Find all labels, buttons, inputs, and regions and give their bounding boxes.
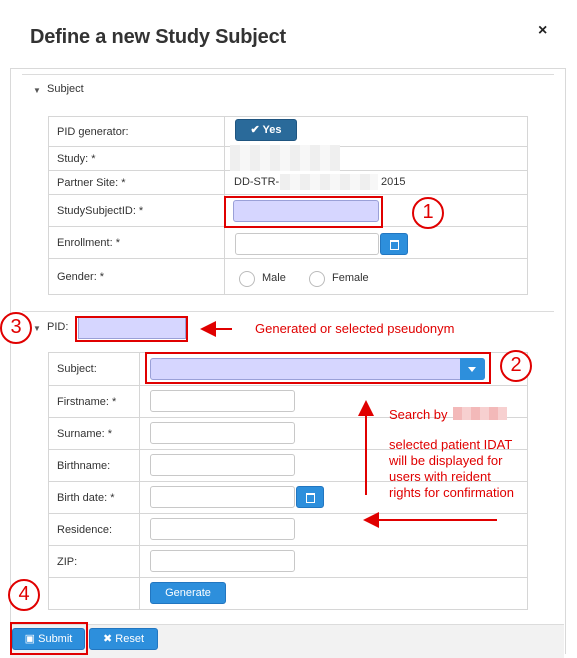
annotation-arrows [200,321,497,528]
